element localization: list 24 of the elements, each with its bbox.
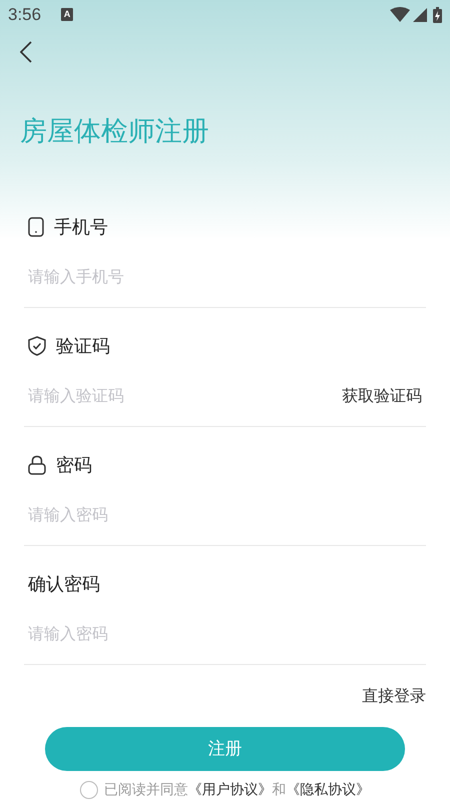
direct-login-link[interactable]: 直接登录 xyxy=(362,685,426,709)
agreement-text: 和 xyxy=(272,780,286,799)
notification-icon: A xyxy=(61,8,74,22)
input-field[interactable]: 请输入密码 xyxy=(28,623,422,647)
shield-check-icon xyxy=(28,336,46,356)
field-label: 手机号 xyxy=(54,216,108,238)
agreement-checkbox[interactable] xyxy=(80,780,98,798)
lock-icon xyxy=(28,455,46,475)
signal-icon xyxy=(413,8,427,22)
agreement-link[interactable]: 《隐私协议》 xyxy=(286,779,370,800)
input-field[interactable]: 请输入密码 xyxy=(28,504,422,528)
get-code-button[interactable]: 获取验证码 xyxy=(342,385,422,409)
field-label: 密码 xyxy=(56,454,92,476)
battery-icon xyxy=(433,6,442,23)
status-time: 3:56 xyxy=(8,4,42,26)
agreement-text: 已阅读并同意 xyxy=(104,780,188,799)
input-field[interactable]: 请输入验证码 xyxy=(28,385,342,409)
field-label: 验证码 xyxy=(56,334,110,358)
page-title: 房屋体检师注册 xyxy=(20,114,210,148)
agreement-link[interactable]: 《用户协议》 xyxy=(188,779,272,800)
phone-icon xyxy=(28,217,44,237)
wifi-icon xyxy=(390,7,410,22)
field-label: 确认密码 xyxy=(28,572,100,596)
input-field[interactable]: 请输入手机号 xyxy=(28,266,422,290)
